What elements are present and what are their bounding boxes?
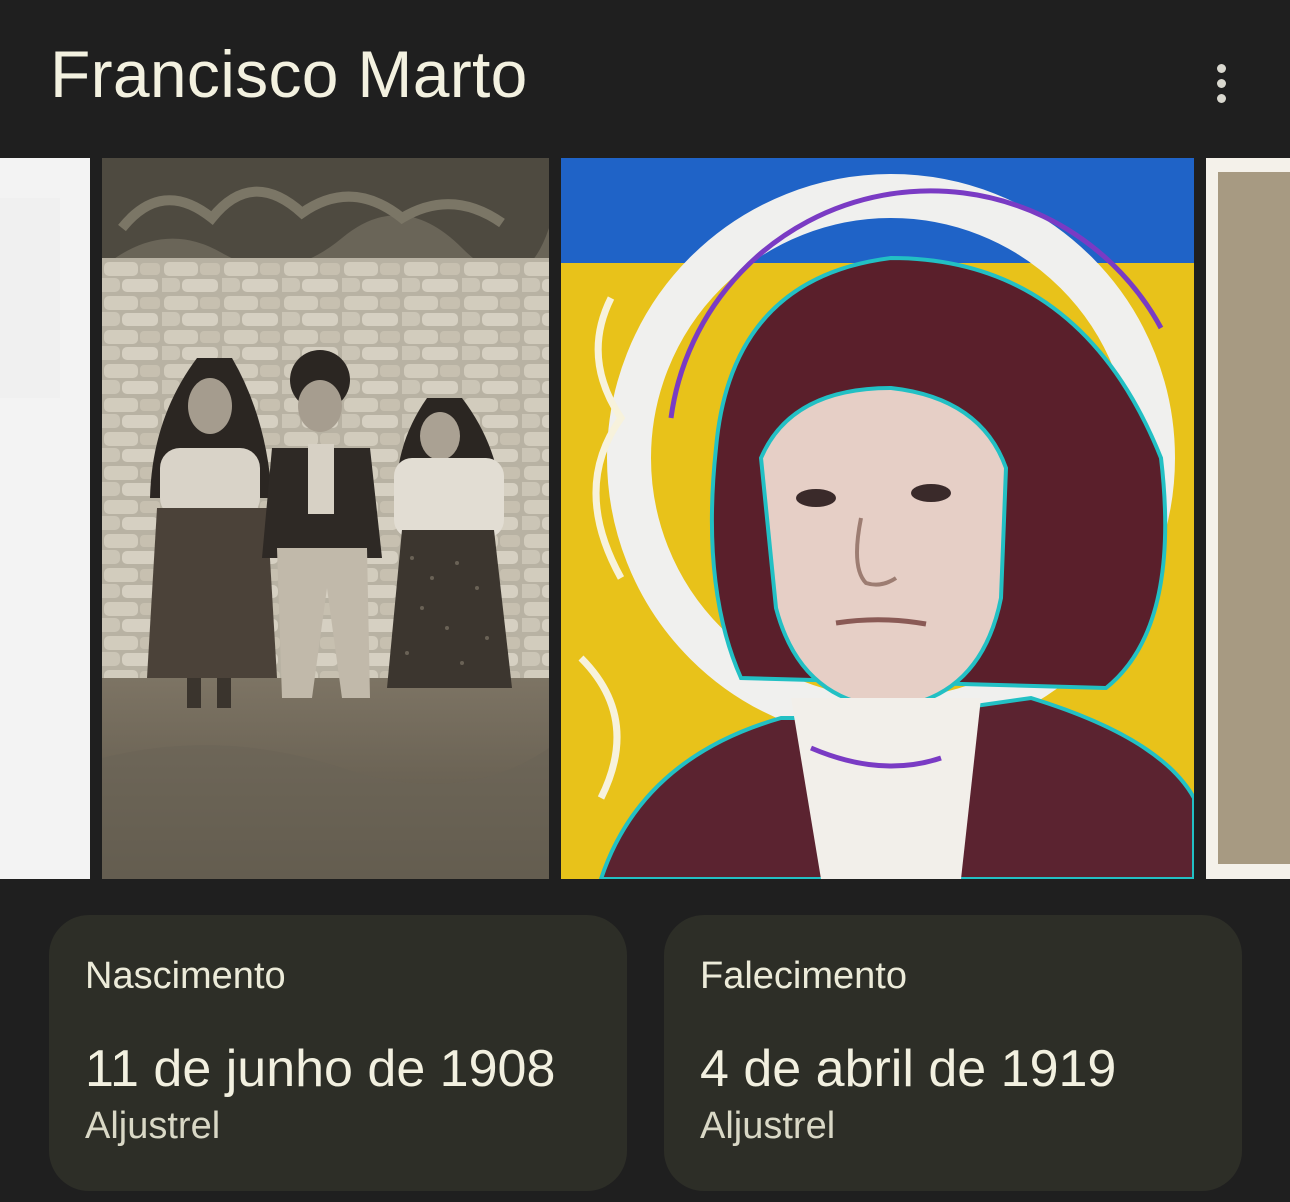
birth-label: Nascimento xyxy=(85,955,286,997)
death-place: Aljustrel xyxy=(700,1105,836,1147)
header: Francisco Marto xyxy=(0,0,1290,158)
birth-card[interactable]: Nascimento 11 de junho de 1908 Aljustrel xyxy=(49,915,627,1191)
birth-date: 11 de junho de 1908 xyxy=(85,1040,556,1098)
more-vert-icon-dot xyxy=(1216,93,1226,103)
image-three-children[interactable] xyxy=(102,158,549,879)
more-vert-icon-dot xyxy=(1216,78,1226,88)
birth-place: Aljustrel xyxy=(85,1105,221,1147)
death-date: 4 de abril de 1919 xyxy=(700,1040,1117,1098)
image-partial-right[interactable] xyxy=(1206,158,1290,879)
image-carousel[interactable] xyxy=(0,158,1290,879)
facts-section: Nascimento 11 de junho de 1908 Aljustrel… xyxy=(0,879,1290,1202)
image-portrait-halo[interactable] xyxy=(561,158,1194,879)
death-label: Falecimento xyxy=(700,955,907,997)
more-vert-icon xyxy=(1216,63,1226,73)
more-options-button[interactable] xyxy=(1196,56,1246,110)
image-partial-left[interactable] xyxy=(0,158,90,879)
death-card[interactable]: Falecimento 4 de abril de 1919 Aljustrel xyxy=(664,915,1242,1191)
page-title: Francisco Marto xyxy=(50,37,528,111)
